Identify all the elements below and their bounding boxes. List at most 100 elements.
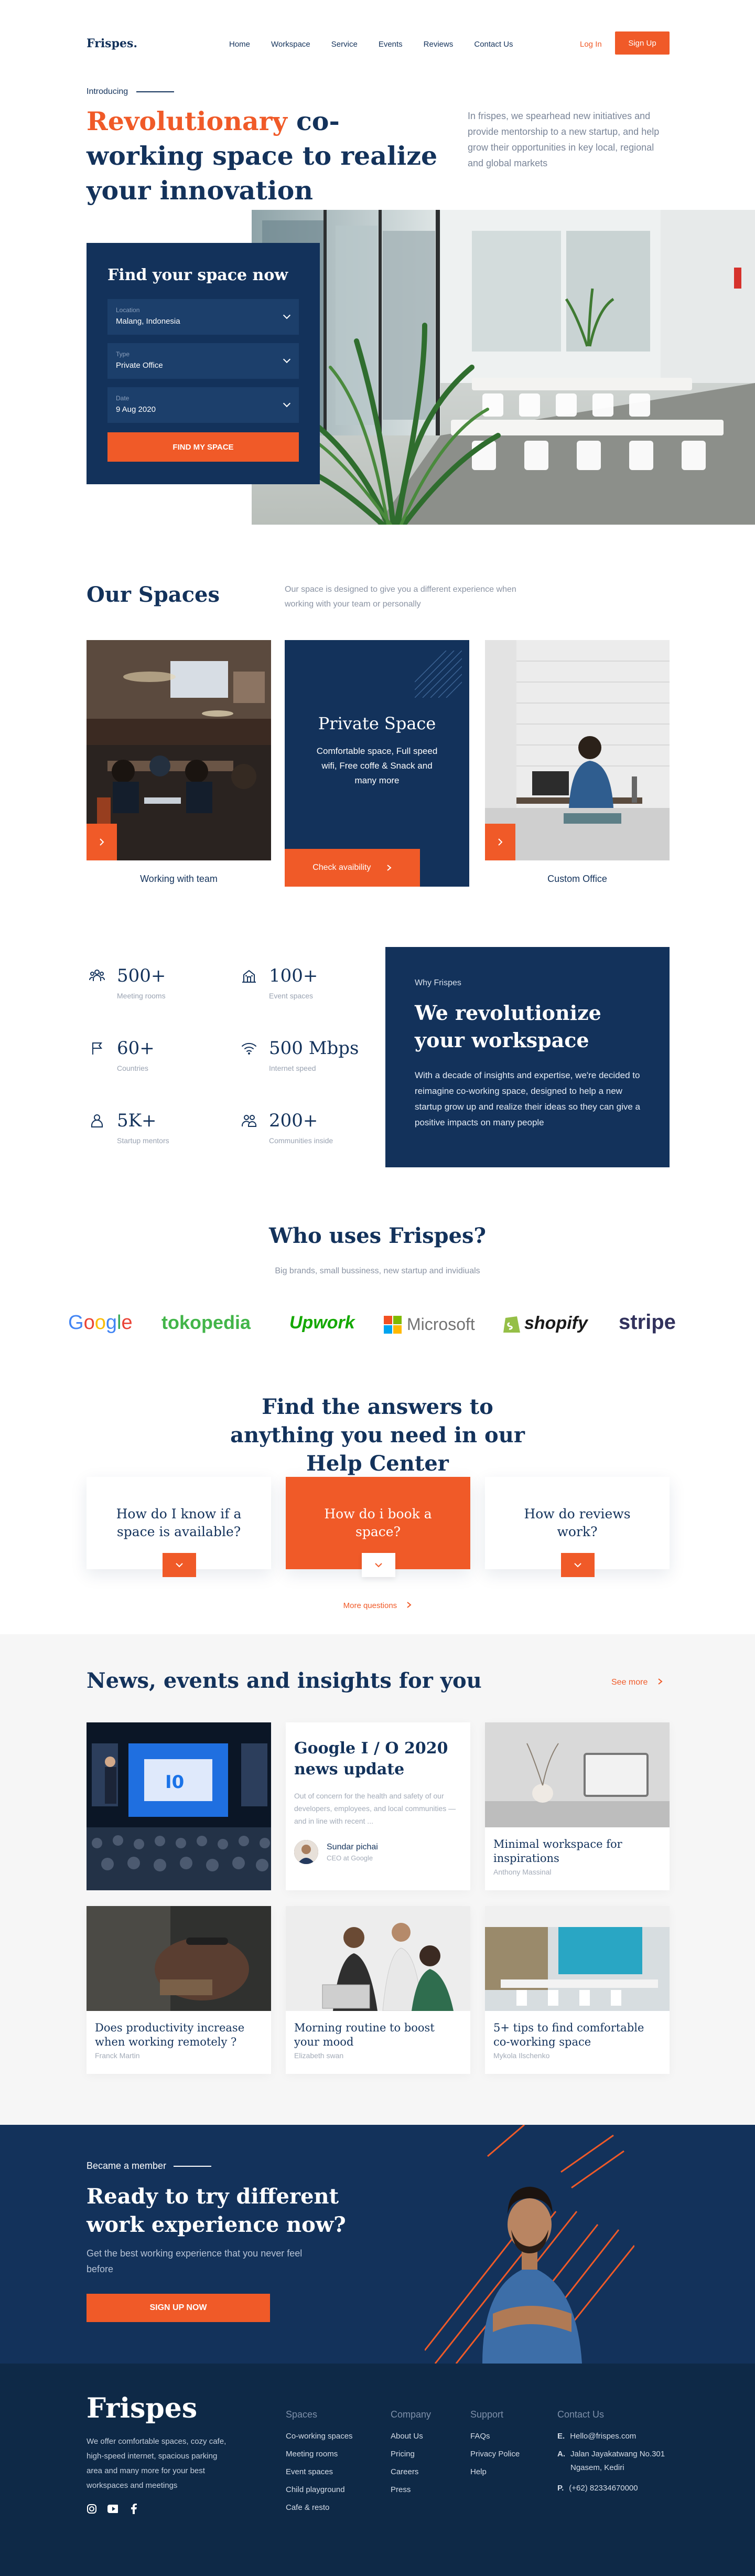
see-more-label: See more xyxy=(611,1678,648,1687)
faq-expand-button[interactable] xyxy=(362,1553,395,1577)
featured-news-card[interactable]: Google I / O 2020 news update Out of con… xyxy=(286,1722,470,1890)
facebook-icon[interactable] xyxy=(128,2504,139,2514)
custom-office-arrow-button[interactable] xyxy=(485,824,515,860)
date-select[interactable]: Date 9 Aug 2020 xyxy=(107,387,299,423)
why-text: With a decade of insights and expertise,… xyxy=(415,1070,640,1127)
stat-startup-mentors: 5K+ Startup mentors xyxy=(87,1110,169,1145)
chevron-right-icon xyxy=(100,838,104,846)
chevron-right-icon xyxy=(498,838,503,846)
phone-value: (+62) 82334670000 xyxy=(569,2484,638,2493)
see-more-link[interactable]: See more xyxy=(611,1678,663,1687)
email-value: Hello@frispes.com xyxy=(570,2432,637,2441)
footer-link[interactable]: Child playground xyxy=(286,2485,353,2494)
microsoft-wordmark: Microsoft xyxy=(407,1315,475,1334)
cta-description: Get the best working experience that you… xyxy=(87,2248,303,2274)
private-space-title: Private Space xyxy=(318,714,436,733)
author-role: CEO at Google xyxy=(327,1854,373,1862)
people-group-icon xyxy=(87,965,107,986)
hero-title: Revolutionary co-working space to realiz… xyxy=(87,104,454,208)
morning-routine-image xyxy=(286,1906,470,2011)
signup-button[interactable]: Sign Up xyxy=(615,31,670,55)
signup-now-button[interactable]: SIGN UP NOW xyxy=(87,2294,270,2322)
footer-link[interactable]: FAQs xyxy=(470,2432,520,2441)
productivity-image xyxy=(87,1906,271,2011)
check-availability-button[interactable]: Check avaibility xyxy=(285,849,420,887)
hero-intro-label: Introducing xyxy=(87,87,128,96)
team-space-arrow-button[interactable] xyxy=(87,824,117,860)
footer-link[interactable]: Event spaces xyxy=(286,2467,353,2476)
faq-expand-button[interactable] xyxy=(561,1553,595,1577)
type-select[interactable]: Type Private Office xyxy=(107,343,299,379)
user-icon xyxy=(87,1110,107,1131)
stat-label: Internet speed xyxy=(269,1064,316,1072)
footer-logo[interactable]: Frispes xyxy=(87,2392,197,2424)
footer-link[interactable]: About Us xyxy=(391,2432,431,2441)
microsoft-squares-icon xyxy=(384,1315,402,1334)
news-card[interactable]: 5+ tips to find comfortable co-working s… xyxy=(485,1906,670,2074)
stat-label: Meeting rooms xyxy=(117,992,166,1000)
more-questions-link[interactable]: More questions xyxy=(0,1601,755,1610)
stat-label: Communities inside xyxy=(269,1136,333,1145)
stat-event-spaces: 100+ Event spaces xyxy=(239,965,318,1000)
date-label: Date xyxy=(116,395,130,402)
location-select[interactable]: Location Malang, Indonesia xyxy=(107,299,299,335)
stat-internet-speed: 500 Mbps Internet speed xyxy=(239,1038,359,1072)
decor-lines-icon xyxy=(415,651,462,698)
footer-link[interactable]: Careers xyxy=(391,2467,431,2476)
footer-link[interactable]: Pricing xyxy=(391,2450,431,2458)
shopify-wordmark: shopify xyxy=(524,1313,588,1333)
instagram-icon[interactable] xyxy=(87,2504,97,2514)
footer-link[interactable]: Co-working spaces xyxy=(286,2432,353,2441)
stat-value: 5K+ xyxy=(117,1110,157,1131)
cta-label-text: Became a member xyxy=(87,2160,167,2171)
flag-icon xyxy=(87,1038,107,1059)
contact-address: A. Jalan Jayakatwang No.301 Ngasem, Kedi… xyxy=(557,2447,673,2475)
youtube-icon[interactable] xyxy=(107,2504,118,2514)
google-io-image[interactable]: I0 xyxy=(87,1722,271,1890)
footer-link[interactable]: Press xyxy=(391,2485,431,2494)
footer-link[interactable]: Meeting rooms xyxy=(286,2450,353,2458)
avatar xyxy=(294,1840,318,1864)
hero-description: In frispes, we spearhead new initiatives… xyxy=(468,111,660,168)
news-card[interactable]: Minimal workspace for inspirations Antho… xyxy=(485,1722,670,1890)
tokopedia-logo: tokopedia xyxy=(161,1312,251,1333)
nav-reviews[interactable]: Reviews xyxy=(424,40,454,49)
cta-label: Became a member xyxy=(87,2160,212,2171)
nav-service[interactable]: Service xyxy=(331,40,358,49)
news-card[interactable]: Morning routine to boost your mood Eliza… xyxy=(286,1906,470,2074)
footer-column-heading: Spaces xyxy=(286,2409,318,2420)
nav-contact[interactable]: Contact Us xyxy=(474,40,513,49)
spaces-title: Our Spaces xyxy=(87,582,220,607)
footer-column-heading: Support xyxy=(470,2409,504,2420)
footer-link[interactable]: Privacy Police xyxy=(470,2450,520,2458)
stat-label: Countries xyxy=(117,1064,148,1072)
stat-label: Event spaces xyxy=(269,992,314,1000)
custom-office-caption: Custom Office xyxy=(547,874,607,884)
news-card-title: Morning routine to boost your mood xyxy=(294,2021,435,2048)
news-card[interactable]: Does productivity increase when working … xyxy=(87,1906,271,2074)
chevron-down-icon xyxy=(574,1563,581,1568)
footer-link[interactable]: Cafe & resto xyxy=(286,2503,353,2512)
stat-value: 60+ xyxy=(117,1038,155,1059)
who-uses-subtitle: Big brands, small bussiness, new startup… xyxy=(275,1266,480,1275)
logo[interactable]: Frispes. xyxy=(87,37,137,50)
svg-text:I0: I0 xyxy=(165,1772,184,1793)
nav-events[interactable]: Events xyxy=(379,40,403,49)
footer-column-heading: Contact Us xyxy=(557,2409,605,2420)
footer-contact-column: Contact Us E. Hello@frispes.com A. Jalan… xyxy=(557,2409,673,2502)
footer-link[interactable]: Help xyxy=(470,2467,520,2476)
cta-title: Ready to try different work experience n… xyxy=(87,2184,346,2237)
stat-value: 500 Mbps xyxy=(269,1038,359,1059)
contact-email[interactable]: E. Hello@frispes.com xyxy=(557,2432,673,2441)
contact-phone[interactable]: P. (+62) 82334670000 xyxy=(557,2484,673,2493)
login-link[interactable]: Log In xyxy=(580,40,602,49)
address-label: A. xyxy=(557,2450,565,2458)
faq-expand-button[interactable] xyxy=(163,1553,196,1577)
nav-home[interactable]: Home xyxy=(229,40,250,49)
news-card-author: Mykola Ilschenko xyxy=(493,2051,550,2060)
news-card-title: Minimal workspace for inspirations xyxy=(493,1838,622,1865)
wifi-icon xyxy=(239,1038,260,1059)
find-my-space-button[interactable]: FIND MY SPACE xyxy=(107,432,299,462)
nav-workspace[interactable]: Workspace xyxy=(271,40,310,49)
shopify-logo: shopify xyxy=(502,1313,588,1334)
